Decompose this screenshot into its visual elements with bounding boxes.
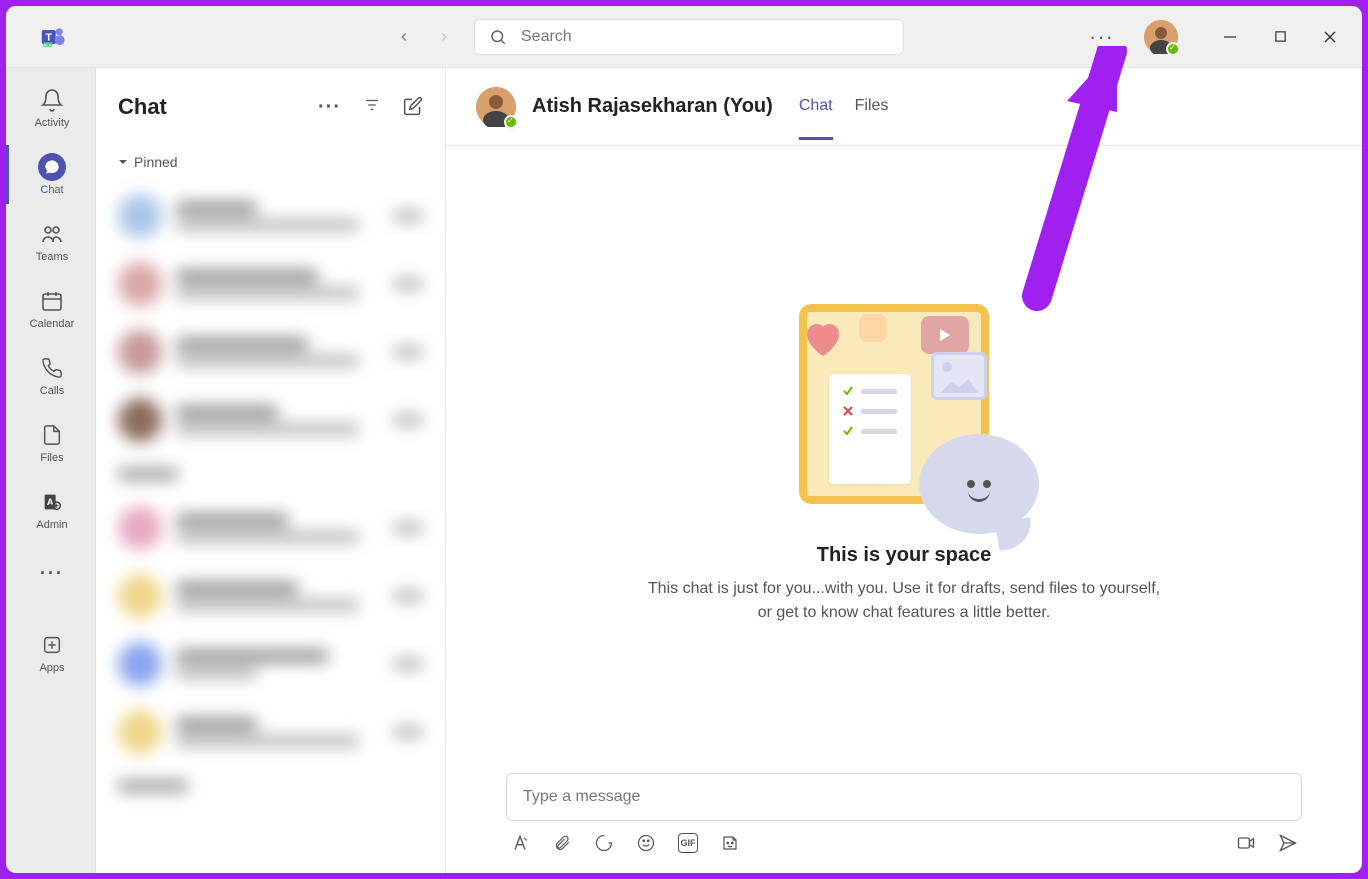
list-item[interactable] [108,250,433,318]
chat-list-items-blurred [96,178,445,873]
list-item[interactable] [108,386,433,454]
files-icon [38,421,66,449]
rail-label: Apps [39,662,64,674]
nav-arrows [392,25,456,49]
rail-more[interactable]: ··· [6,551,95,595]
rail-calls[interactable]: Calls [6,346,95,405]
document-icon [829,374,911,484]
titlebar-right: ··· [1089,20,1352,54]
settings-more-button[interactable]: ··· [1089,26,1114,48]
empty-state-title: This is your space [817,544,992,567]
chat-icon [38,153,66,181]
list-item[interactable] [108,494,433,562]
chat-list-actions: ··· [318,96,423,119]
calls-icon [38,354,66,382]
video-icon [921,316,969,354]
chat-list-header: Chat ··· [96,68,445,146]
chevron-down-icon [118,157,128,167]
chat-header: Atish Rajasekharan (You) Chat Files [446,68,1362,146]
apps-icon [38,631,66,659]
close-button[interactable] [1320,27,1340,47]
bell-icon [38,86,66,114]
composer: GIF [446,773,1362,873]
rail-label: Files [40,452,63,464]
app-window: TNEW ··· [6,6,1362,873]
sticker-button[interactable] [720,833,740,853]
presence-available-icon [1166,42,1180,56]
svg-text:NEW: NEW [44,42,53,46]
image-icon [931,352,987,400]
maximize-button[interactable] [1270,27,1290,47]
rail-teams[interactable]: Teams [6,212,95,271]
pinned-section-header[interactable]: Pinned [96,146,445,178]
titlebar: TNEW ··· [6,6,1362,68]
list-item[interactable] [108,562,433,630]
composer-toolbar: GIF [506,821,1302,853]
rail-admin[interactable]: A Admin [6,480,95,539]
rail-label: Chat [40,184,63,196]
heart-icon [803,322,843,358]
empty-state-illustration [779,294,1029,524]
attach-button[interactable] [552,833,572,853]
chat-list-panel: Chat ··· Pinned [96,68,446,873]
rail-activity[interactable]: Activity [6,78,95,137]
app-logo: TNEW [16,23,92,51]
rail-label: Activity [35,117,70,129]
list-item[interactable] [108,698,433,766]
send-button[interactable] [1278,833,1298,853]
rail-apps[interactable]: Apps [6,623,95,682]
empty-state-text: This chat is just for you...with you. Us… [644,577,1164,625]
search-icon [489,28,507,46]
rail-calendar[interactable]: Calendar [6,279,95,338]
chat-main: Atish Rajasekharan (You) Chat Files [446,68,1362,873]
list-item[interactable] [108,630,433,698]
format-button[interactable] [510,833,530,853]
emoji-button[interactable] [636,833,656,853]
teams-icon [38,220,66,248]
nav-forward-button[interactable] [432,25,456,49]
loop-button[interactable] [594,833,614,853]
list-item[interactable] [108,318,433,386]
left-rail: Activity Chat Teams Calendar [6,68,96,873]
rail-label: Teams [36,251,68,263]
rail-files[interactable]: Files [6,413,95,472]
tab-files[interactable]: Files [855,73,889,140]
rail-chat[interactable]: Chat [6,145,95,204]
presence-available-icon [504,115,518,129]
app-body: Activity Chat Teams Calendar [6,68,1362,873]
chat-person-avatar[interactable] [476,87,516,127]
filter-button[interactable] [363,96,381,119]
rail-label: Admin [36,519,67,531]
admin-icon: A [38,488,66,516]
search-box[interactable] [474,19,904,55]
more-icon: ··· [38,559,66,587]
current-user-avatar[interactable] [1144,20,1178,54]
minimize-button[interactable] [1220,27,1240,47]
rail-label: Calls [40,385,64,397]
nav-back-button[interactable] [392,25,416,49]
chat-tabs: Chat Files [799,73,889,140]
teams-logo-icon: TNEW [40,23,68,51]
tab-chat[interactable]: Chat [799,73,833,140]
svg-text:T: T [46,31,53,43]
search-input[interactable] [521,28,889,46]
list-item[interactable] [108,182,433,250]
window-controls [1220,27,1340,47]
chat-list-title: Chat [118,94,318,120]
chat-person-name: Atish Rajasekharan (You) [532,95,773,118]
chat-empty-state: This is your space This chat is just for… [446,146,1362,773]
new-chat-button[interactable] [403,96,423,119]
video-clip-button[interactable] [1236,833,1256,853]
message-input[interactable] [506,773,1302,821]
gif-button[interactable]: GIF [678,833,698,853]
rail-label: Calendar [30,318,75,330]
section-label: Pinned [134,154,178,170]
chat-list-more-button[interactable]: ··· [318,96,341,119]
calendar-icon [38,287,66,315]
